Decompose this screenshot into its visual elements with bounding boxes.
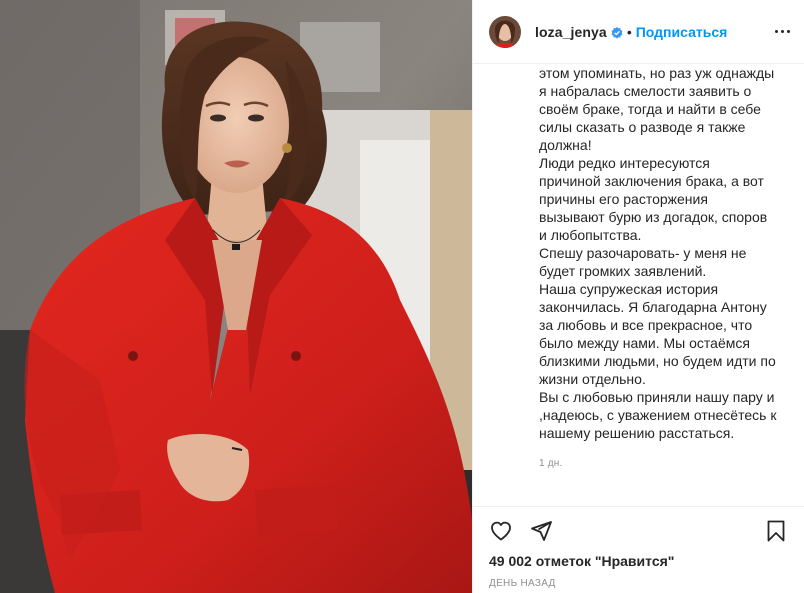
username[interactable]: loza_jenya [535,24,607,40]
caption-line: близкими людьми, но будем идти по [539,353,776,369]
caption-line: причины его расторжения [539,191,708,207]
follow-button[interactable]: Подписаться [636,24,728,40]
caption-text: этом упоминать, но раз уж однажды я набра… [539,64,788,442]
caption-line: закончилась. Я благодарна Антону [539,299,767,315]
caption-line: Вы с любовью приняли нашу пару и [539,389,775,405]
caption-line: вызывают бурю из догадок, споров [539,209,768,225]
caption-line: этом упоминать, но раз уж однажды [539,65,775,81]
caption-line: было между нами. Мы остаёмся [539,335,750,351]
caption-line: Спешу разочаровать- у меня не [539,245,747,261]
caption-line: и любопытства. [539,227,642,243]
post-side-panel: loza_jenya • Подписаться этом упоминать,… [472,0,804,593]
caption-line: будет громких заявлений. [539,263,707,279]
action-icons-row [489,507,788,551]
post-date[interactable]: день назад [489,578,788,589]
post-photo[interactable] [0,0,472,593]
caption-line: за любовь и все прекрасное, что [539,317,753,333]
caption-line: причиной заключения брака, а вот [539,173,764,189]
caption-line: своём браке, тогда и найти в себе [539,101,761,117]
more-options-icon[interactable] [770,20,794,44]
caption-line: должна! [539,137,592,153]
paper-plane-icon[interactable] [529,519,553,543]
verified-badge-icon [611,26,623,39]
instagram-post: loza_jenya • Подписаться этом упоминать,… [0,0,804,593]
caption-line: Люди редко интересуются [539,155,710,171]
header-separator: • [626,23,632,40]
caption-timestamp[interactable]: 1 дн. [539,458,788,469]
avatar[interactable] [489,15,521,48]
bookmark-icon[interactable] [764,519,788,543]
likes-count[interactable]: 49 002 отметок "Нравится" [489,553,788,569]
post-header: loza_jenya • Подписаться [473,0,804,64]
post-actions: 49 002 отметок "Нравится" день назад [473,506,804,593]
caption-line: нашему решению расстаться. [539,425,735,441]
caption-line: Наша супружеская история [539,281,719,297]
caption-line: силы сказать о разводе я также [539,119,746,135]
heart-icon[interactable] [489,519,513,543]
caption-line: ,надеюсь, с уважением отнесётесь к [539,407,777,423]
caption-line: я набралась смелости заявить о [539,83,752,99]
caption-area[interactable]: этом упоминать, но раз уж однажды я набра… [473,64,804,506]
caption-line: жизни отдельно. [539,371,646,387]
